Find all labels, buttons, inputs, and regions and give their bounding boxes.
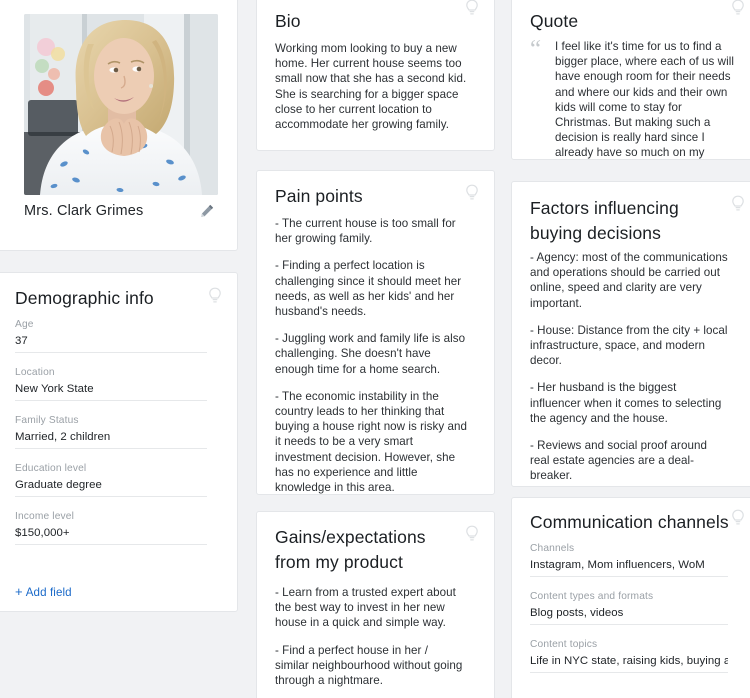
profile-card: Mrs. Clark Grimes — [0, 0, 238, 251]
plus-icon: + — [15, 584, 23, 599]
gains-title: Gains/expectations from my product — [275, 527, 426, 572]
field-age[interactable]: Age 37 — [15, 319, 207, 353]
add-field-button[interactable]: + Add field — [15, 584, 72, 599]
field-value[interactable]: Married, 2 children — [15, 431, 207, 449]
add-field-label: Add field — [25, 586, 72, 599]
gains-expectations-card: Gains/expectations from my product - Lea… — [256, 511, 495, 698]
profile-name: Mrs. Clark Grimes — [24, 203, 144, 219]
factors-influencing-buying-decisions-card: Factors influencing buying decisions - A… — [511, 181, 750, 487]
persona-board: Mrs. Clark Grimes Demographic info Age 3… — [0, 0, 750, 698]
communication-fields: Channels Instagram, Mom influencers, WoM… — [530, 543, 728, 687]
field-value[interactable]: Graduate degree — [15, 479, 207, 497]
field-value[interactable]: Life in NYC state, raising kids, buying … — [530, 655, 728, 673]
lightbulb-icon[interactable] — [464, 0, 480, 17]
field-value[interactable]: Blog posts, videos — [530, 607, 728, 625]
pain-point-item: - Finding a perfect location is challeng… — [275, 259, 462, 319]
communication-title: Communication channels — [530, 512, 729, 532]
factors-text: - Agency: most of the communications and… — [530, 250, 728, 484]
gain-item: - Learn from a trusted expert about the … — [275, 586, 456, 630]
demographic-fields: Age 37 Location New York State Family St… — [15, 319, 207, 559]
field-label: Age — [15, 319, 34, 330]
quote-title: Quote — [530, 11, 579, 31]
communication-channels-card: Communication channels Channels Instagra… — [511, 497, 750, 698]
lightbulb-icon[interactable] — [730, 509, 746, 527]
quote-card: Quote “ I feel like it's time for us to … — [511, 0, 750, 160]
field-value[interactable]: Instagram, Mom influencers, WoM — [530, 559, 728, 577]
pain-points-card: Pain points - The current house is too s… — [256, 170, 495, 495]
field-income-level[interactable]: Income level $150,000+ — [15, 511, 207, 545]
field-content-types-and-formats[interactable]: Content types and formats Blog posts, vi… — [530, 591, 728, 625]
factor-item: - Reviews and social proof around real e… — [530, 439, 707, 483]
lightbulb-icon[interactable] — [464, 525, 480, 543]
pain-point-item: - The economic instability in the countr… — [275, 389, 467, 495]
bio-title: Bio — [275, 11, 301, 31]
lightbulb-icon[interactable] — [730, 195, 746, 213]
lightbulb-icon[interactable] — [207, 287, 223, 305]
demographic-title: Demographic info — [15, 288, 154, 308]
pain-point-item: - Juggling work and family life is also … — [275, 332, 466, 376]
lightbulb-icon[interactable] — [464, 184, 480, 202]
field-label: Family Status — [15, 415, 79, 426]
field-label: Content types and formats — [530, 591, 654, 602]
pencil-icon[interactable] — [199, 203, 215, 219]
factor-item: - Her husband is the biggest influencer … — [530, 381, 722, 425]
portrait-image — [24, 14, 218, 195]
profile-photo — [24, 14, 218, 195]
field-label: Channels — [530, 543, 575, 554]
factor-item: - House: Distance from the city + local … — [530, 323, 728, 368]
bio-text: Working mom looking to buy a new home. H… — [275, 42, 467, 132]
field-channels[interactable]: Channels Instagram, Mom influencers, WoM — [530, 543, 728, 577]
field-value[interactable]: 37 — [15, 335, 207, 353]
pain-points-title: Pain points — [275, 186, 363, 206]
field-value[interactable]: $150,000+ — [15, 527, 207, 545]
lightbulb-icon[interactable] — [730, 0, 746, 17]
field-value[interactable]: New York State — [15, 383, 207, 401]
pain-point-item: - The current house is too small for her… — [275, 217, 456, 246]
gains-text: - Learn from a trusted expert about the … — [275, 585, 465, 688]
factor-item: - Agency: most of the communications and… — [530, 251, 728, 310]
field-label: Location — [15, 367, 55, 378]
field-label: Income level — [15, 511, 74, 522]
field-education-level[interactable]: Education level Graduate degree — [15, 463, 207, 497]
field-label: Education level — [15, 463, 87, 474]
factors-title: Factors influencing buying decisions — [530, 198, 679, 243]
field-label: Content topics — [530, 639, 598, 650]
bio-card: Bio Working mom looking to buy a new hom… — [256, 0, 495, 151]
field-location[interactable]: Location New York State — [15, 367, 207, 401]
field-content-topics[interactable]: Content topics Life in NYC state, raisin… — [530, 639, 728, 673]
pain-points-text: - The current house is too small for her… — [275, 216, 471, 495]
gain-item: - Find a perfect house in her / similar … — [275, 643, 463, 688]
quote-text: I feel like it's time for us to find a b… — [555, 40, 734, 160]
demographic-info-card: Demographic info Age 37 Location New Yor… — [0, 272, 238, 612]
quotation-mark-icon: “ — [530, 36, 542, 63]
field-family-status[interactable]: Family Status Married, 2 children — [15, 415, 207, 449]
